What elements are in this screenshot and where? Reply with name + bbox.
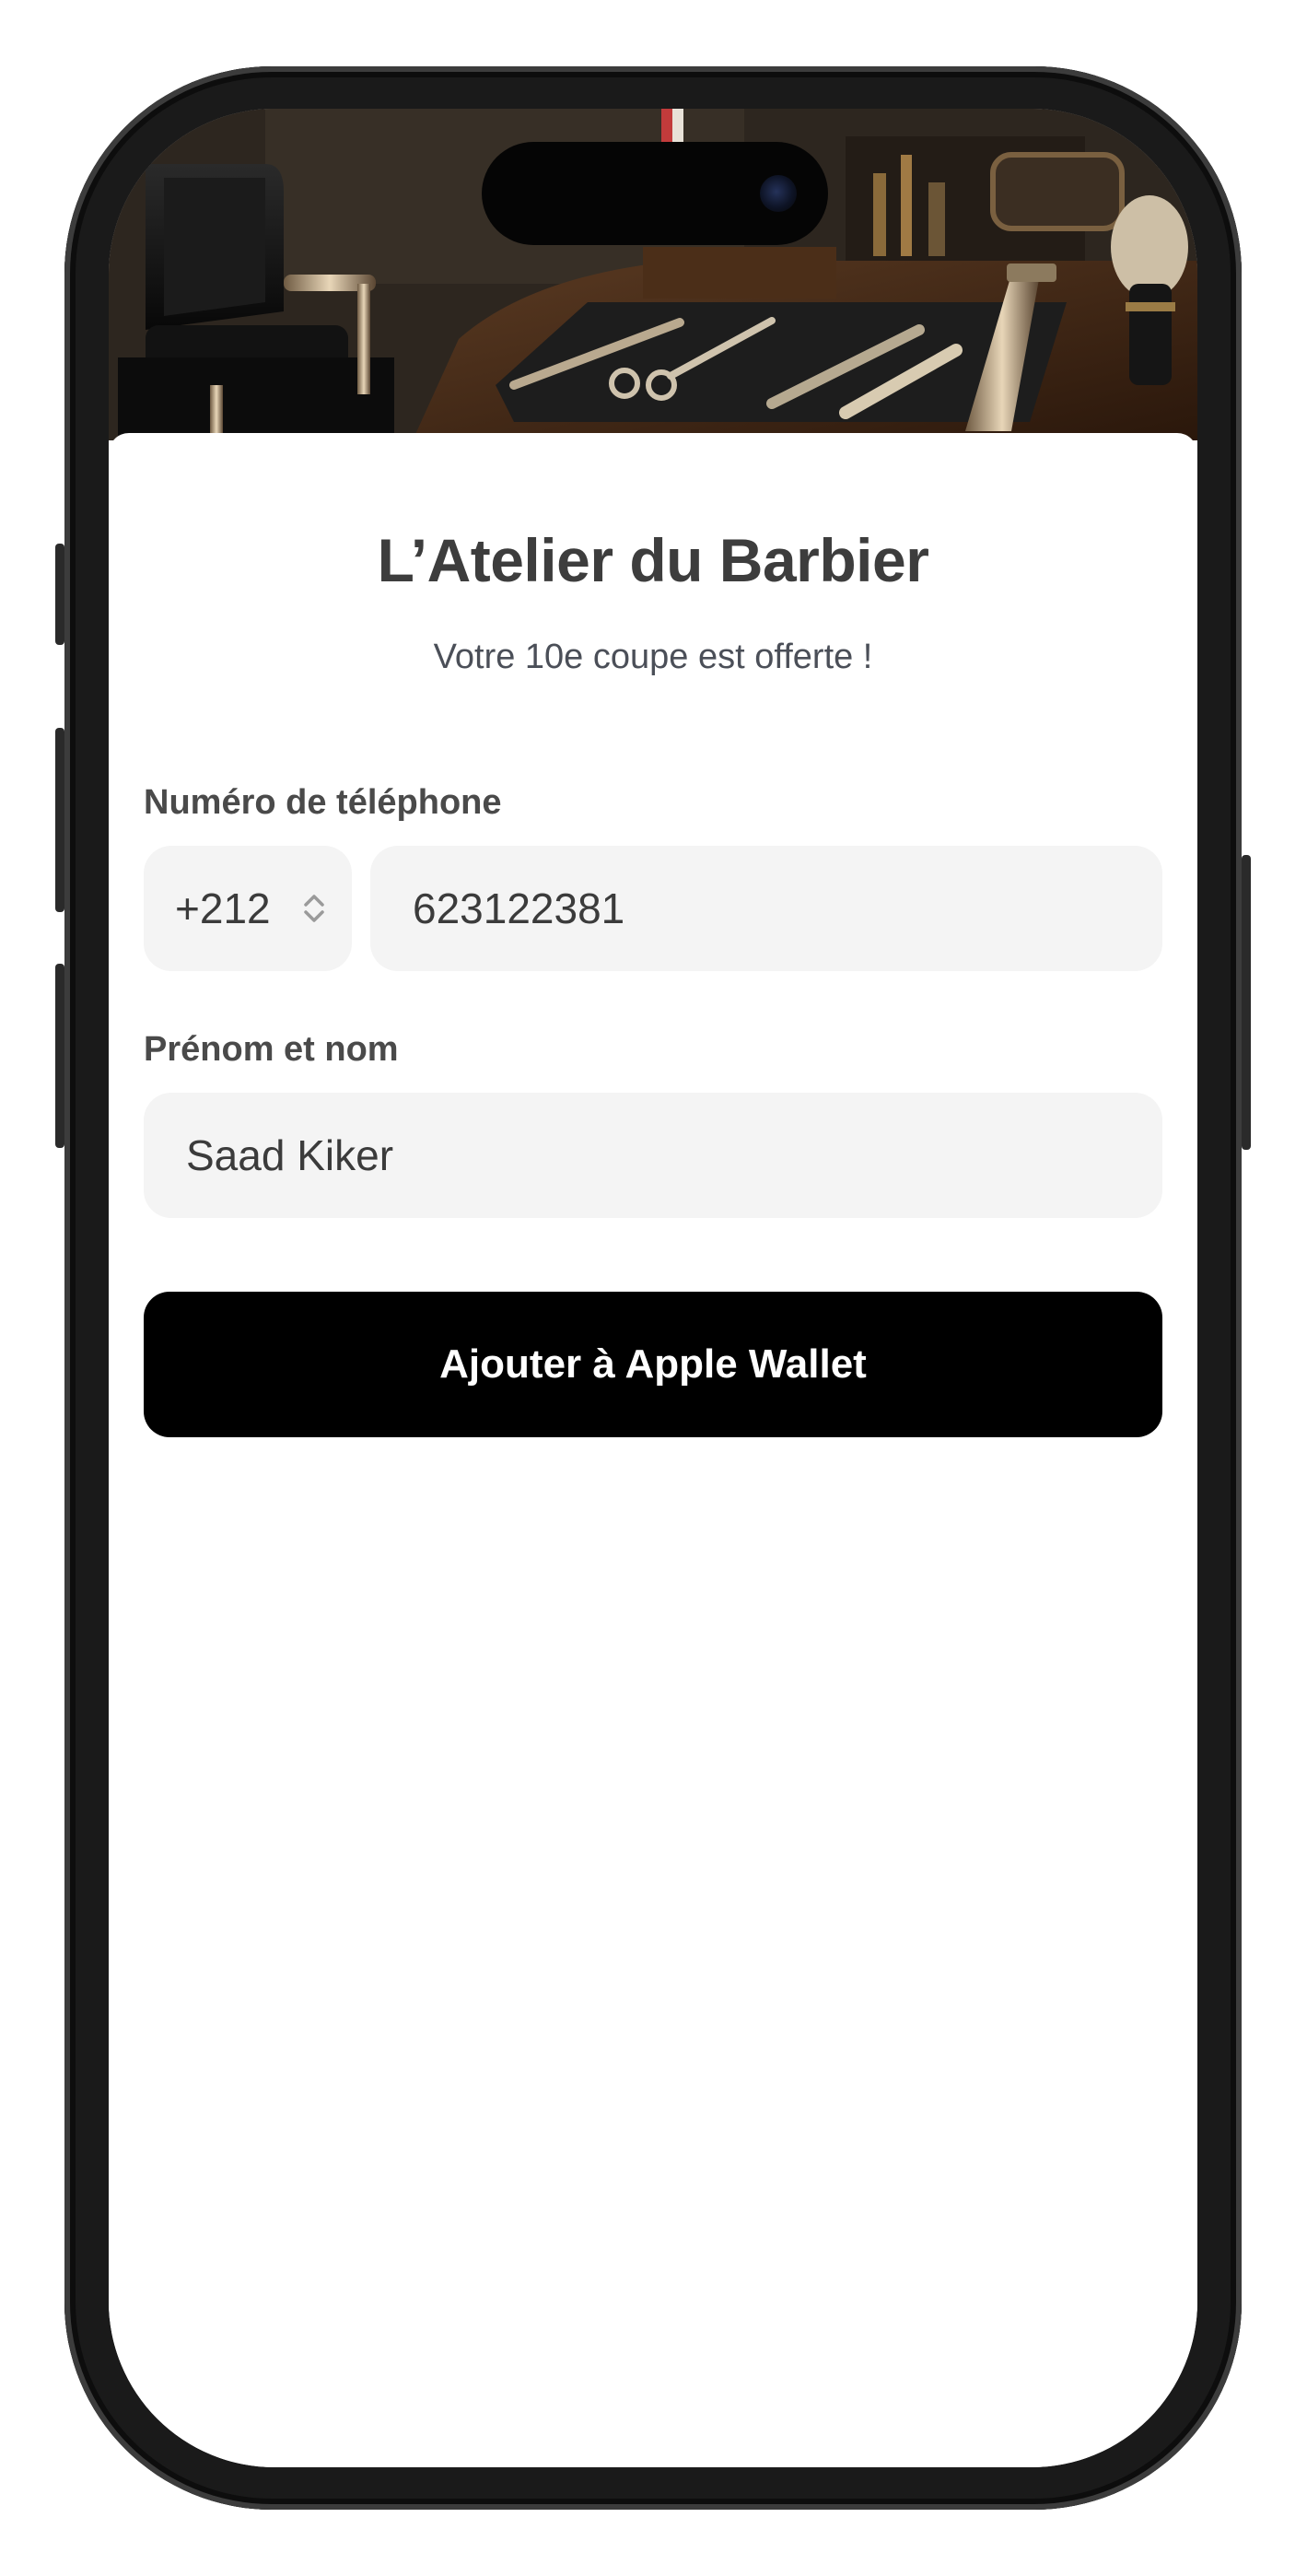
phone-label: Numéro de téléphone <box>144 783 502 822</box>
front-camera-icon <box>760 175 797 212</box>
volume-up-button <box>55 728 64 912</box>
app-screen: L’Atelier du Barbier Votre 10e coupe est… <box>109 109 1197 2467</box>
chevron-up-down-icon <box>304 895 324 922</box>
page-subtitle: Votre 10e coupe est offerte ! <box>433 638 873 676</box>
full-name-input[interactable]: Saad Kiker <box>144 1093 1162 1218</box>
country-code-value: +212 <box>175 884 271 932</box>
hero-image <box>109 109 1197 440</box>
dynamic-island <box>482 142 828 245</box>
add-to-apple-wallet-label: Ajouter à Apple Wallet <box>439 1341 867 1387</box>
page-title: L’Atelier du Barbier <box>377 526 929 594</box>
signup-card: L’Atelier du Barbier Votre 10e coupe est… <box>109 433 1197 2467</box>
name-label: Prénom et nom <box>144 1030 399 1069</box>
action-button <box>55 544 64 645</box>
power-button <box>1242 855 1251 1150</box>
full-name-value: Saad Kiker <box>186 1131 394 1179</box>
country-code-select[interactable]: +212 <box>144 846 352 971</box>
volume-down-button <box>55 964 64 1148</box>
phone-number-value: 623122381 <box>413 884 625 932</box>
phone-number-input[interactable]: 623122381 <box>370 846 1162 971</box>
add-to-apple-wallet-button[interactable]: Ajouter à Apple Wallet <box>144 1292 1162 1437</box>
